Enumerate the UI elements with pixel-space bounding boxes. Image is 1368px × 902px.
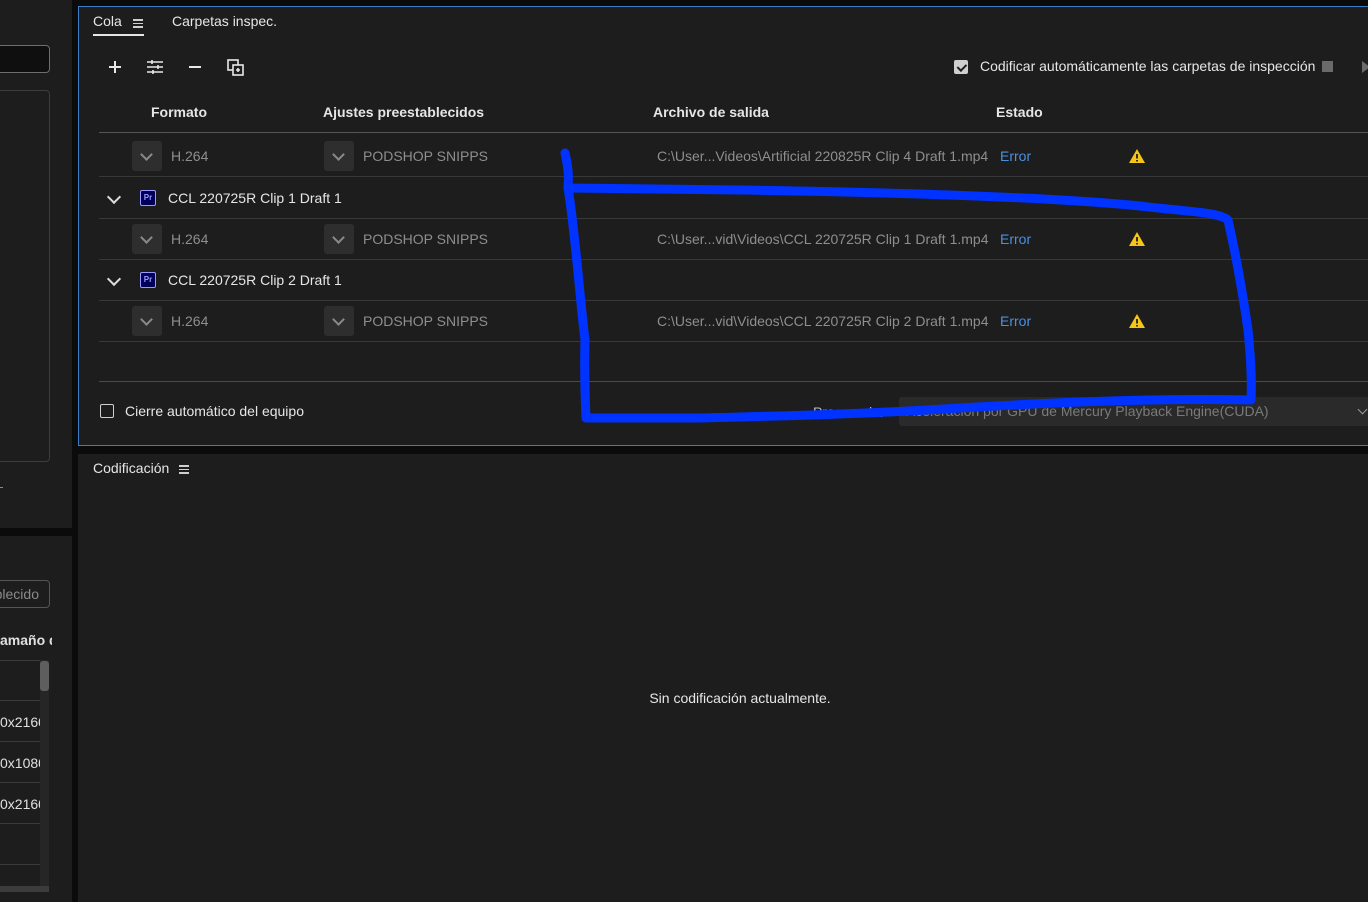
duplicate-icon[interactable] bbox=[225, 56, 247, 78]
preset-dropdown[interactable] bbox=[324, 141, 354, 171]
sliders-icon[interactable] bbox=[144, 56, 166, 78]
left-table: 0x2160 0x1080 0x2160 bbox=[0, 660, 40, 887]
menu-icon[interactable] bbox=[133, 18, 143, 28]
empty-message: Sin codificación actualmente. bbox=[649, 690, 831, 706]
format-dropdown[interactable] bbox=[132, 224, 162, 254]
divider bbox=[99, 259, 1368, 260]
output-file-link[interactable]: C:\User...Videos\Artificial 220825R Clip… bbox=[657, 148, 988, 164]
format-value: H.264 bbox=[171, 148, 209, 164]
divider bbox=[99, 218, 1368, 219]
tab-cola[interactable]: Cola bbox=[93, 13, 122, 29]
left-content-box bbox=[0, 90, 50, 462]
left-search-input[interactable] bbox=[0, 45, 50, 73]
premiere-pro-icon: Pr bbox=[140, 272, 156, 288]
table-row[interactable] bbox=[0, 825, 40, 865]
tab-carpetas-inspec[interactable]: Carpetas inspec. bbox=[172, 13, 277, 29]
renderer-value: Aceleración por GPU de Mercury Playback … bbox=[906, 403, 1269, 419]
left-scrollbar-track[interactable] bbox=[40, 660, 49, 886]
auto-shutdown-label: Cierre automático del equipo bbox=[125, 403, 304, 419]
status-error-link[interactable]: Error bbox=[1000, 148, 1031, 164]
output-file-link[interactable]: C:\User...vid\Videos\CCL 220725R Clip 2 … bbox=[657, 313, 989, 329]
divider bbox=[99, 341, 1368, 342]
format-value: H.264 bbox=[171, 231, 209, 247]
group-name: CCL 220725R Clip 1 Draft 1 bbox=[168, 190, 342, 206]
column-header-status[interactable]: Estado bbox=[996, 104, 1043, 120]
status-error-link[interactable]: Error bbox=[1000, 231, 1031, 247]
premiere-pro-icon: Pr bbox=[140, 190, 156, 206]
warning-icon bbox=[1129, 232, 1145, 246]
minus-icon[interactable] bbox=[184, 56, 206, 78]
preset-dropdown[interactable] bbox=[324, 224, 354, 254]
table-row[interactable]: 0x2160 bbox=[0, 702, 40, 742]
encoding-title: Codificación bbox=[93, 460, 170, 476]
preset-value: PODSHOP SNIPPS bbox=[363, 231, 489, 247]
left-divider bbox=[0, 487, 3, 488]
warning-icon bbox=[1129, 314, 1145, 328]
format-value: H.264 bbox=[171, 313, 209, 329]
table-row[interactable]: 0x1080 bbox=[0, 743, 40, 783]
queue-panel: Cola Carpetas inspec. Codificar automáti… bbox=[78, 6, 1368, 446]
active-tab-indicator bbox=[93, 34, 144, 36]
chevron-down-icon[interactable] bbox=[106, 189, 122, 205]
left-scrollbar-thumb[interactable] bbox=[40, 661, 49, 691]
divider bbox=[99, 176, 1368, 177]
table-row[interactable]: 0x2160 bbox=[0, 784, 40, 824]
auto-shutdown-checkbox[interactable] bbox=[100, 404, 114, 418]
renderer-label: Procesador bbox=[813, 404, 885, 420]
status-error-link[interactable]: Error bbox=[1000, 313, 1031, 329]
stop-icon[interactable] bbox=[1322, 61, 1333, 72]
divider bbox=[99, 132, 1368, 133]
preset-value: PODSHOP SNIPPS bbox=[363, 313, 489, 329]
preset-value: PODSHOP SNIPPS bbox=[363, 148, 489, 164]
auto-encode-checkbox[interactable] bbox=[954, 60, 968, 74]
column-header-preset[interactable]: Ajustes preestablecidos bbox=[323, 104, 484, 120]
group-name: CCL 220725R Clip 2 Draft 1 bbox=[168, 272, 342, 288]
renderer-dropdown[interactable]: Aceleración por GPU de Mercury Playback … bbox=[899, 397, 1368, 426]
divider bbox=[99, 300, 1368, 301]
output-file-link[interactable]: C:\User...vid\Videos\CCL 220725R Clip 1 … bbox=[657, 231, 989, 247]
left-horizontal-scrollbar[interactable] bbox=[0, 886, 49, 892]
warning-icon bbox=[1129, 149, 1145, 163]
format-dropdown[interactable] bbox=[132, 306, 162, 336]
column-header-output[interactable]: Archivo de salida bbox=[653, 104, 769, 120]
plus-icon[interactable] bbox=[104, 56, 126, 78]
table-row[interactable] bbox=[0, 661, 40, 701]
divider bbox=[99, 381, 1368, 382]
preset-dropdown[interactable] bbox=[324, 306, 354, 336]
format-dropdown[interactable] bbox=[132, 141, 162, 171]
encoding-panel: Codificación Sin codificación actualment… bbox=[78, 454, 1368, 902]
column-header-format[interactable]: Formato bbox=[151, 104, 207, 120]
start-queue-icon[interactable] bbox=[1362, 61, 1368, 73]
auto-encode-label: Codificar automáticamente las carpetas d… bbox=[980, 58, 1316, 74]
left-column-header[interactable]: amaño d bbox=[0, 632, 52, 650]
left-preset-dropdown[interactable]: blecido bbox=[0, 580, 50, 608]
menu-icon[interactable] bbox=[179, 464, 189, 474]
chevron-down-icon[interactable] bbox=[106, 271, 122, 287]
